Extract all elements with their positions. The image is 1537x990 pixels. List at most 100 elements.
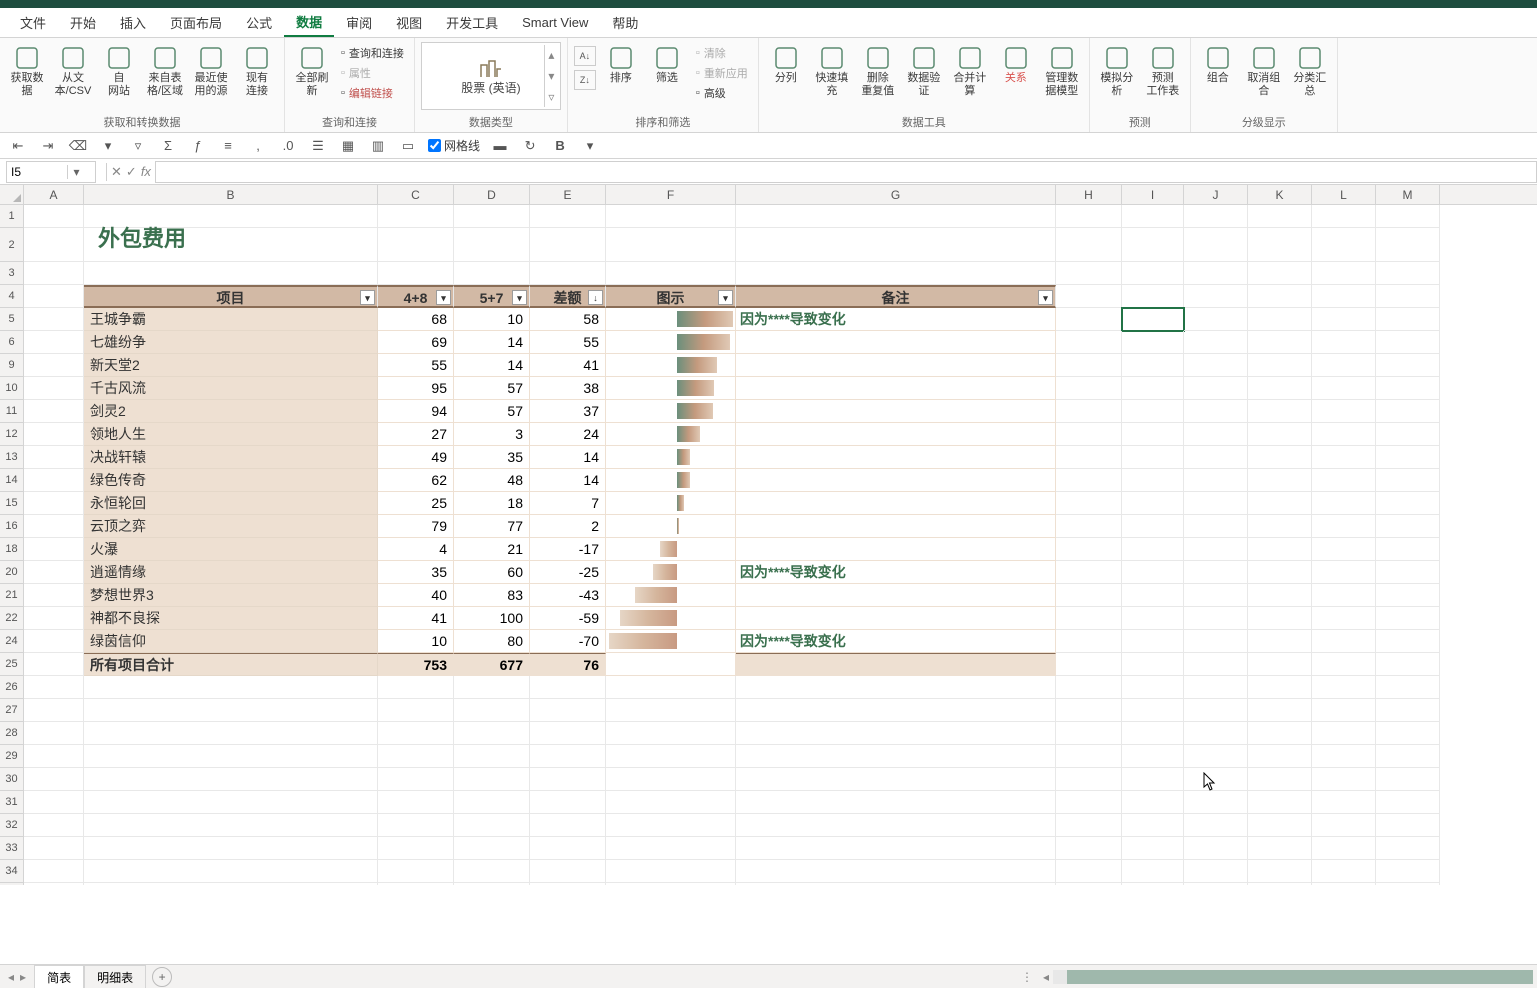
ribbon-button[interactable]: 最近使用的源 — [190, 42, 232, 98]
cell[interactable] — [378, 205, 454, 228]
cell[interactable] — [1248, 630, 1312, 653]
databar-cell[interactable] — [606, 584, 736, 607]
cell[interactable] — [530, 205, 606, 228]
cell[interactable] — [24, 653, 84, 676]
column-header[interactable]: B — [84, 185, 378, 204]
cell[interactable] — [1376, 308, 1440, 331]
cell[interactable] — [1122, 228, 1184, 262]
cell[interactable] — [1184, 768, 1248, 791]
gallery-more-icon[interactable]: ▿ — [545, 86, 558, 107]
cell[interactable] — [1312, 469, 1376, 492]
ribbon-button[interactable]: 现有连接 — [236, 42, 278, 98]
value-cell[interactable]: -70 — [530, 630, 606, 653]
cell[interactable] — [1184, 400, 1248, 423]
cell[interactable] — [530, 814, 606, 837]
value-cell[interactable]: 41 — [378, 607, 454, 630]
databar-cell[interactable] — [606, 308, 736, 331]
cell[interactable] — [24, 228, 84, 262]
cell[interactable] — [1376, 561, 1440, 584]
cell[interactable] — [530, 262, 606, 285]
cell[interactable] — [1376, 814, 1440, 837]
project-cell[interactable]: 新天堂2 — [84, 354, 378, 377]
qa-filter2-icon[interactable]: ▿ — [128, 137, 148, 155]
cell[interactable] — [1312, 607, 1376, 630]
ribbon-button[interactable]: 获取数据 — [6, 42, 48, 98]
name-box-dropdown-icon[interactable]: ▾ — [67, 165, 85, 179]
row-header[interactable]: 13 — [0, 446, 24, 469]
page-title[interactable]: 外包费用 — [84, 228, 378, 262]
row-header[interactable]: 29 — [0, 745, 24, 768]
cell[interactable] — [378, 745, 454, 768]
cell[interactable] — [736, 653, 1056, 676]
qa-paint-icon[interactable]: ▬ — [490, 137, 510, 155]
value-cell[interactable]: 25 — [378, 492, 454, 515]
cell[interactable] — [24, 745, 84, 768]
cell[interactable] — [1312, 354, 1376, 377]
filter-button-icon[interactable]: ↓ — [588, 290, 603, 305]
cell[interactable] — [1056, 492, 1122, 515]
table-header[interactable]: 项目▾ — [84, 285, 378, 308]
cell[interactable] — [530, 837, 606, 860]
cell[interactable] — [1122, 791, 1184, 814]
cancel-formula-icon[interactable]: ✕ — [111, 164, 122, 180]
total-value[interactable]: 677 — [454, 653, 530, 676]
cell[interactable] — [378, 228, 454, 262]
data-type-gallery[interactable]: 股票 (英语)▴▾▿ — [421, 42, 561, 110]
ribbon-tab-0[interactable]: 文件 — [8, 8, 58, 37]
cell[interactable] — [1312, 676, 1376, 699]
cell[interactable] — [378, 883, 454, 885]
note-cell[interactable]: 因为****导致变化 — [736, 308, 1056, 331]
value-cell[interactable]: 49 — [378, 446, 454, 469]
cell[interactable] — [736, 860, 1056, 883]
column-header[interactable]: M — [1376, 185, 1440, 204]
cell[interactable] — [1184, 745, 1248, 768]
databar-cell[interactable] — [606, 538, 736, 561]
cell[interactable] — [24, 423, 84, 446]
cell[interactable] — [1376, 446, 1440, 469]
cell[interactable] — [1184, 630, 1248, 653]
project-cell[interactable]: 王城争霸 — [84, 308, 378, 331]
ribbon-button[interactable]: 自网站 — [98, 42, 140, 98]
value-cell[interactable]: -59 — [530, 607, 606, 630]
cell[interactable] — [1122, 745, 1184, 768]
cell[interactable] — [1122, 400, 1184, 423]
cell[interactable] — [1248, 768, 1312, 791]
cell[interactable] — [24, 814, 84, 837]
value-cell[interactable]: -43 — [530, 584, 606, 607]
project-cell[interactable]: 逍遥情缘 — [84, 561, 378, 584]
formula-input[interactable] — [155, 161, 1537, 183]
column-header[interactable]: J — [1184, 185, 1248, 204]
ribbon-tab-2[interactable]: 插入 — [108, 8, 158, 37]
ribbon-button[interactable]: 预测工作表 — [1142, 42, 1184, 98]
value-cell[interactable]: 21 — [454, 538, 530, 561]
cell[interactable] — [1376, 400, 1440, 423]
cell[interactable] — [1056, 377, 1122, 400]
cell[interactable] — [1376, 354, 1440, 377]
cell[interactable] — [378, 814, 454, 837]
cell[interactable] — [1312, 860, 1376, 883]
total-label[interactable]: 所有项目合计 — [84, 653, 378, 676]
cell[interactable] — [1248, 377, 1312, 400]
note-cell[interactable]: 因为****导致变化 — [736, 630, 1056, 653]
cell[interactable] — [84, 860, 378, 883]
row-header[interactable]: 32 — [0, 814, 24, 837]
ribbon-button[interactable]: 组合 — [1197, 42, 1239, 85]
qa-redo-icon[interactable]: ↻ — [520, 137, 540, 155]
cell[interactable] — [736, 228, 1056, 262]
row-header[interactable]: 14 — [0, 469, 24, 492]
cell[interactable] — [1184, 791, 1248, 814]
value-cell[interactable]: -17 — [530, 538, 606, 561]
databar-cell[interactable] — [606, 630, 736, 653]
cell[interactable] — [1376, 722, 1440, 745]
cell[interactable] — [1056, 446, 1122, 469]
hscroll-track[interactable] — [1053, 970, 1533, 984]
cell[interactable] — [1056, 653, 1122, 676]
cell[interactable] — [606, 205, 736, 228]
cell[interactable] — [1312, 423, 1376, 446]
cell[interactable] — [1376, 538, 1440, 561]
cell[interactable] — [24, 285, 84, 308]
project-cell[interactable]: 绿茵信仰 — [84, 630, 378, 653]
cell[interactable] — [378, 837, 454, 860]
cell[interactable] — [1056, 860, 1122, 883]
cell[interactable] — [1184, 492, 1248, 515]
